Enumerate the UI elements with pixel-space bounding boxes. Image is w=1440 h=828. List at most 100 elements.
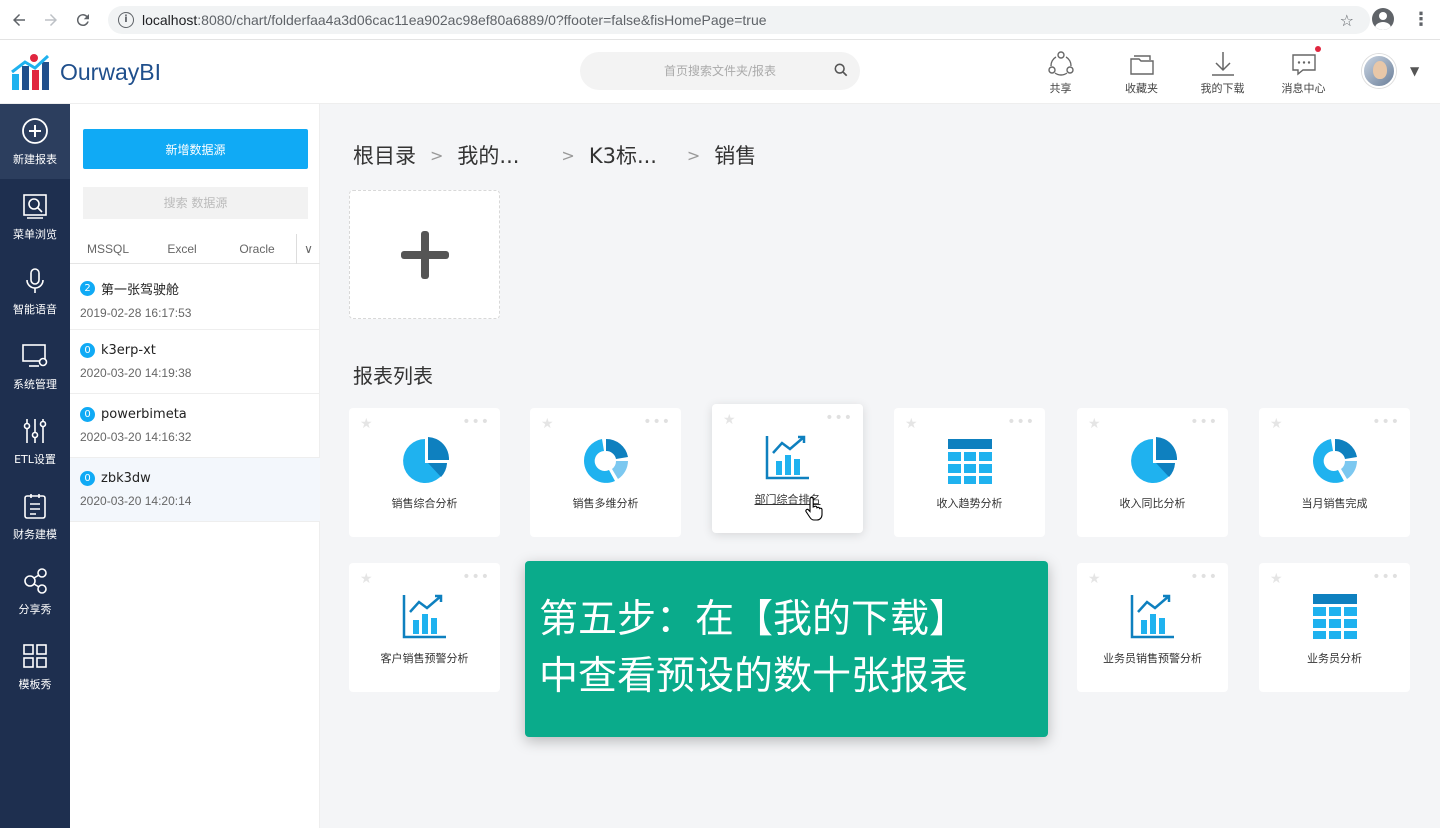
report-card[interactable]: ★ ••• 业务员分析	[1259, 563, 1410, 692]
chevron-right-icon: >	[686, 145, 701, 165]
nav-item-voice[interactable]: 智能语音	[0, 254, 70, 329]
more-icon[interactable]: •••	[462, 414, 490, 430]
avatar[interactable]	[1362, 54, 1396, 88]
account-icon[interactable]	[1372, 8, 1394, 30]
share-button[interactable]: 共享	[1020, 50, 1101, 96]
breadcrumb-item-k3[interactable]: K3标...	[589, 140, 673, 170]
share-icon	[1047, 51, 1074, 76]
chevron-down-icon[interactable]: ▼	[1410, 64, 1419, 78]
source-name: zbk3dw	[101, 471, 151, 486]
caption-line-1: 第五步：在【我的下载】	[539, 597, 969, 642]
report-label: 业务员分析	[1307, 652, 1362, 665]
back-icon[interactable]	[6, 7, 32, 33]
site-info-icon[interactable]: i	[118, 12, 134, 28]
report-label: 销售多维分析	[572, 497, 639, 510]
nav-item-new-report[interactable]: 新建报表	[0, 104, 70, 179]
star-icon[interactable]: ★	[1270, 571, 1283, 587]
tutorial-caption: 第五步：在【我的下载】 中查看预设的数十张报表	[525, 561, 1048, 737]
sliders-icon	[23, 418, 47, 443]
favorites-label: 收藏夹	[1125, 82, 1158, 95]
breadcrumb-item-root[interactable]: 根目录	[353, 140, 416, 170]
nav-item-menu-browse[interactable]: 菜单浏览	[0, 179, 70, 254]
star-icon[interactable]: ★	[723, 412, 736, 428]
star-icon[interactable]: ★	[1088, 571, 1101, 587]
tab-oracle[interactable]: Oracle	[218, 242, 296, 256]
star-icon[interactable]: ★	[541, 416, 554, 432]
forward-icon[interactable]	[38, 7, 64, 33]
more-icon[interactable]: •••	[462, 569, 490, 585]
message-center-button[interactable]: 消息中心	[1263, 46, 1344, 96]
star-icon[interactable]: ★	[360, 416, 373, 432]
count-badge: 0	[80, 343, 95, 358]
star-icon[interactable]: ★	[905, 416, 918, 432]
breadcrumb-item-sales[interactable]: 销售	[714, 140, 756, 170]
add-data-source-button[interactable]: 新增数据源	[83, 129, 308, 169]
report-card[interactable]: ★ ••• 客户销售预警分析	[349, 563, 500, 692]
my-download-button[interactable]: 我的下载	[1182, 50, 1263, 96]
source-time: 2020-03-20 14:19:38	[80, 366, 192, 380]
logo-text: OurwayBI	[60, 58, 161, 85]
search-icon[interactable]	[834, 63, 848, 77]
pie-chart-icon	[1130, 437, 1177, 483]
report-label: 收入同比分析	[1119, 497, 1186, 510]
user-menu[interactable]: ▼	[1362, 54, 1419, 88]
report-card[interactable]: ★ ••• 销售多维分析	[530, 408, 681, 537]
logo-mark-icon	[11, 54, 50, 90]
report-card[interactable]: ★ ••• 当月销售完成	[1259, 408, 1410, 537]
address-bar[interactable]: i localhost:8080/chart/folderfaa4a3d06ca…	[108, 6, 1370, 34]
more-icon[interactable]: •••	[1190, 569, 1218, 585]
nav-item-template-show[interactable]: 模板秀	[0, 629, 70, 704]
add-report-card[interactable]	[349, 190, 500, 319]
chevron-down-icon[interactable]: ∨	[296, 233, 320, 264]
more-icon[interactable]: •••	[643, 414, 671, 430]
count-badge: 2	[80, 281, 95, 296]
reload-icon[interactable]	[70, 7, 96, 33]
browser-menu-icon[interactable]: ⋮	[1412, 9, 1430, 30]
more-icon[interactable]: •••	[1372, 414, 1400, 430]
data-source-search-input[interactable]	[83, 187, 308, 219]
home-search-input[interactable]	[610, 64, 830, 78]
report-card[interactable]: ★ ••• 销售综合分析	[349, 408, 500, 537]
report-label: 当月销售完成	[1301, 497, 1368, 510]
breadcrumb-item-mine[interactable]: 我的...	[457, 140, 547, 170]
bookmark-star-icon[interactable]: ☆	[1340, 11, 1354, 30]
tab-excel[interactable]: Excel	[146, 242, 218, 256]
report-label: 收入趋势分析	[936, 497, 1003, 510]
report-card[interactable]: ★ ••• 收入同比分析	[1077, 408, 1228, 537]
more-icon[interactable]: •••	[1007, 414, 1035, 430]
report-card[interactable]: ★ ••• 部门综合排名	[712, 404, 863, 533]
source-name: powerbimeta	[101, 407, 187, 422]
nav-item-share-show[interactable]: 分享秀	[0, 554, 70, 629]
star-icon[interactable]: ★	[360, 571, 373, 587]
list-item[interactable]: 0 powerbimeta 2020-03-20 14:16:32	[70, 394, 320, 458]
star-icon[interactable]: ★	[1088, 416, 1101, 432]
nav-item-finance-model[interactable]: 财务建模	[0, 479, 70, 554]
nav-label: 菜单浏览	[13, 227, 57, 241]
favorites-icon	[1129, 55, 1154, 75]
donut-chart-icon	[583, 438, 628, 483]
source-time: 2020-03-20 14:20:14	[80, 494, 192, 508]
url-text[interactable]: localhost:8080/chart/folderfaa4a3d06cac1…	[142, 12, 767, 28]
tab-mssql[interactable]: MSSQL	[70, 242, 146, 256]
list-item[interactable]: 0 zbk3dw 2020-03-20 14:20:14	[70, 458, 320, 522]
favorites-button[interactable]: 收藏夹	[1101, 50, 1182, 96]
nav-label: 智能语音	[13, 302, 57, 316]
list-item[interactable]: 2 第一张驾驶舱 2019-02-28 16:17:53	[70, 266, 320, 330]
star-icon[interactable]: ★	[1270, 416, 1283, 432]
notification-dot	[1315, 46, 1321, 52]
left-nav: 新建报表 菜单浏览 智能语音 系统管理 ETL设置 财务建模 分享秀 模板秀	[0, 104, 70, 828]
source-time: 2020-03-20 14:16:32	[80, 430, 192, 444]
more-icon[interactable]: •••	[1190, 414, 1218, 430]
logo[interactable]: OurwayBI	[10, 52, 161, 92]
report-list-title: 报表列表	[353, 364, 433, 388]
nav-item-etl[interactable]: ETL设置	[0, 404, 70, 479]
report-card[interactable]: ★ ••• 收入趋势分析	[894, 408, 1045, 537]
more-icon[interactable]: •••	[825, 410, 853, 426]
list-item[interactable]: 0 k3erp-xt 2020-03-20 14:19:38	[70, 330, 320, 394]
chevron-right-icon: >	[430, 145, 444, 165]
nav-item-system[interactable]: 系统管理	[0, 329, 70, 404]
more-icon[interactable]: •••	[1372, 569, 1400, 585]
report-card[interactable]: ★ ••• 业务员销售预警分析	[1077, 563, 1228, 692]
nav-label: 财务建模	[13, 527, 57, 541]
share-nodes-icon	[24, 567, 47, 594]
